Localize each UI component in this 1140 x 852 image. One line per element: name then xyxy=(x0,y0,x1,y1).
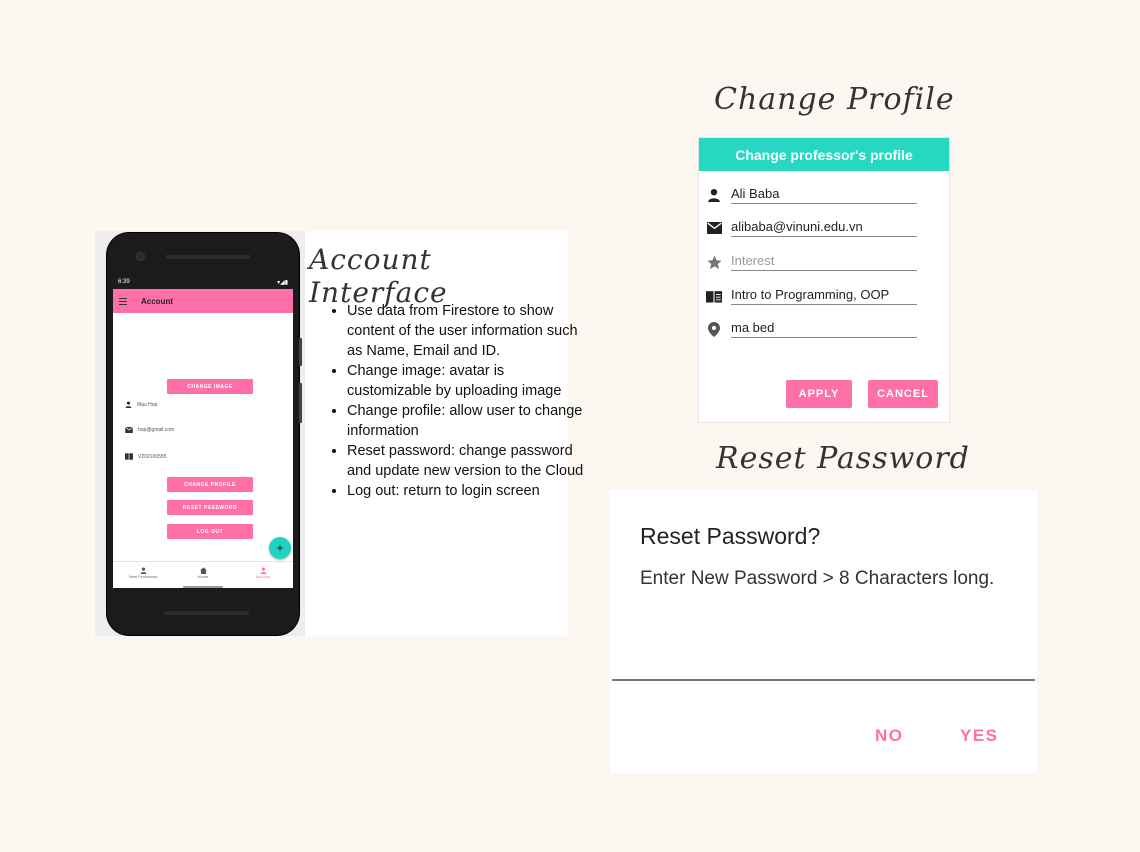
list-item: Log out: return to login screen xyxy=(347,481,587,501)
user-id-row: V202100555 xyxy=(125,453,166,460)
reset-password-dialog: Reset Password? Enter New Password > 8 C… xyxy=(610,490,1037,773)
location-icon xyxy=(705,320,723,338)
interest-field-row: Interest xyxy=(705,253,917,271)
change-profile-button[interactable]: CHANGE PROFILE xyxy=(167,477,253,492)
email-field-row: alibaba@vinuni.edu.vn xyxy=(705,219,917,237)
app-bar: Account xyxy=(113,289,293,313)
list-item: Use data from Firestore to show content … xyxy=(347,301,587,361)
list-item: Change profile: allow user to change inf… xyxy=(347,401,587,441)
star-icon xyxy=(705,253,723,271)
list-item: Change image: avatar is customizable by … xyxy=(347,361,587,401)
person-icon xyxy=(705,186,723,204)
yes-button[interactable]: YES xyxy=(960,726,999,746)
user-name-row: Mau Hop xyxy=(125,401,157,408)
phone-camera xyxy=(137,253,144,260)
user-id: V202100555 xyxy=(138,453,167,460)
dialog-heading: Reset Password? xyxy=(640,523,821,549)
user-name: Mau Hop xyxy=(137,401,158,408)
account-interface-panel: 6:39 ▾◢▮ Account CHANGE IMAGE Mau Hop ho… xyxy=(95,231,583,636)
feature-list: Use data from Firestore to show content … xyxy=(323,301,587,501)
reset-password-button[interactable]: RESET PASSWORD xyxy=(167,500,253,515)
user-email-row: hop@gmail.com xyxy=(125,427,174,433)
reset-password-title: Reset Password xyxy=(716,441,970,476)
cancel-button[interactable]: CANCEL xyxy=(868,380,938,408)
status-icons: ▾◢▮ xyxy=(277,279,288,286)
home-icon xyxy=(199,567,207,574)
course-input[interactable]: Intro to Programming, OOP xyxy=(731,287,917,305)
bottom-navigation: View Professors Home Account xyxy=(113,561,293,584)
nav-label: View Professors xyxy=(128,574,158,579)
status-time: 6:39 xyxy=(118,279,130,285)
menu-icon[interactable] xyxy=(119,297,129,305)
nav-label: Home xyxy=(197,574,209,579)
name-field-row: Ali Baba xyxy=(705,186,917,204)
interest-input[interactable]: Interest xyxy=(731,253,917,271)
email-icon xyxy=(125,427,133,433)
phone-volume-button xyxy=(299,338,302,366)
location-input[interactable]: ma bed xyxy=(731,320,917,338)
location-field-row: ma bed xyxy=(705,320,917,338)
change-profile-dialog: Change professor's profile Ali Baba alib… xyxy=(698,137,950,423)
password-input-underline[interactable] xyxy=(612,679,1035,681)
person-icon xyxy=(260,567,266,574)
dialog-header: Change professor's profile xyxy=(699,138,949,171)
app-bar-title: Account xyxy=(141,296,173,306)
email-icon xyxy=(705,219,723,237)
phone-screen: 6:39 ▾◢▮ Account CHANGE IMAGE Mau Hop ho… xyxy=(113,275,293,588)
book-icon xyxy=(705,287,723,305)
course-field-row: Intro to Programming, OOP xyxy=(705,287,917,305)
list-item: Reset password: change password and upda… xyxy=(347,441,587,481)
home-indicator xyxy=(183,586,223,588)
apply-button[interactable]: APPLY xyxy=(786,380,852,408)
nav-item-view-professors[interactable]: View Professors xyxy=(113,562,173,584)
no-button[interactable]: NO xyxy=(875,726,904,746)
nav-item-account[interactable]: Account xyxy=(233,562,293,584)
person-icon xyxy=(125,401,132,408)
nav-label: Account xyxy=(255,574,271,579)
phone-speaker xyxy=(165,255,251,259)
change-profile-title: Change Profile xyxy=(714,82,955,117)
phone-bottom-speaker xyxy=(163,611,249,615)
plus-icon: + xyxy=(276,541,284,555)
phone-power-button xyxy=(299,383,302,423)
status-bar: 6:39 ▾◢▮ xyxy=(113,275,293,289)
nav-item-home[interactable]: Home xyxy=(173,562,233,584)
account-interface-title: Account Interface xyxy=(309,243,448,309)
user-email: hop@gmail.com xyxy=(138,427,175,433)
add-fab-button[interactable]: + xyxy=(269,537,291,559)
change-image-button[interactable]: CHANGE IMAGE xyxy=(167,379,253,394)
phone-mockup: 6:39 ▾◢▮ Account CHANGE IMAGE Mau Hop ho… xyxy=(107,233,302,635)
log-out-button[interactable]: LOG OUT xyxy=(167,524,253,539)
name-input[interactable]: Ali Baba xyxy=(731,186,917,204)
dialog-message: Enter New Password > 8 Characters long. xyxy=(640,568,995,589)
person-icon xyxy=(140,567,146,574)
book-icon xyxy=(125,453,133,460)
email-input[interactable]: alibaba@vinuni.edu.vn xyxy=(731,219,917,237)
